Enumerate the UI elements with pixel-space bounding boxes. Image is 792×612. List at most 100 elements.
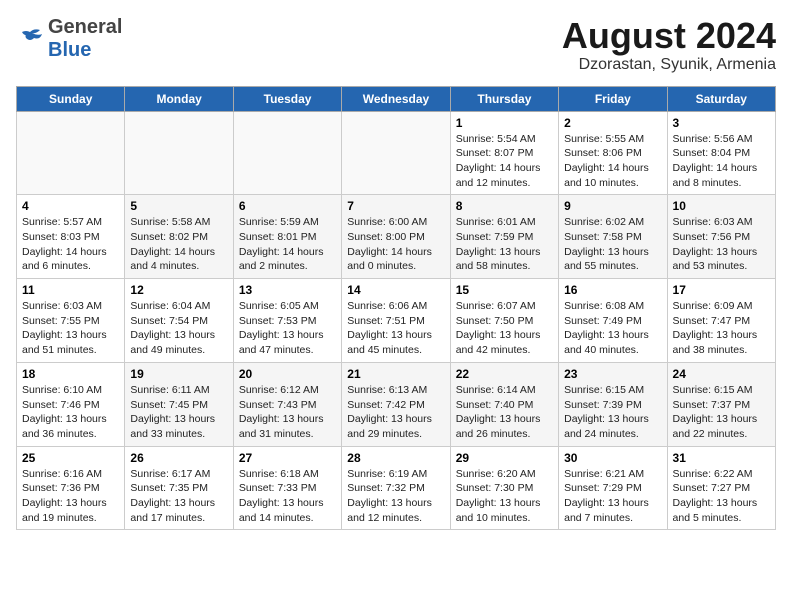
- day-number-17: 17: [673, 283, 770, 297]
- day-info-12: Sunrise: 6:04 AMSunset: 7:54 PMDaylight:…: [130, 299, 227, 358]
- logo-bird-icon: [16, 28, 44, 50]
- month-year-title: August 2024: [562, 16, 776, 56]
- day-cell-1: 1 Sunrise: 5:54 AMSunset: 8:07 PMDaylight…: [450, 111, 558, 195]
- day-cell-4: 4Sunrise: 5:57 AMSunset: 8:03 PMDaylight…: [17, 195, 125, 279]
- day-cell-6: 6 Sunrise: 5:59 AMSunset: 8:01 PMDaylight…: [233, 195, 341, 279]
- week-row-2: 4Sunrise: 5:57 AMSunset: 8:03 PMDaylight…: [17, 195, 776, 279]
- day-cell-2: 2 Sunrise: 5:55 AMSunset: 8:06 PMDaylight…: [559, 111, 667, 195]
- day-info-2: Sunrise: 5:55 AMSunset: 8:06 PMDaylight:…: [564, 132, 661, 191]
- calendar-table: SundayMondayTuesdayWednesdayThursdayFrid…: [16, 86, 776, 531]
- day-cell-empty: [342, 111, 450, 195]
- day-cell-27: 27Sunrise: 6:18 AMSunset: 7:33 PMDayligh…: [233, 446, 341, 530]
- day-number-2: 2: [564, 116, 661, 130]
- day-cell-23: 23 Sunrise: 6:15 AMSunset: 7:39 PMDayligh…: [559, 362, 667, 446]
- day-info-16: Sunrise: 6:08 AMSunset: 7:49 PMDaylight:…: [564, 299, 661, 358]
- day-info-7: Sunrise: 6:00 AMSunset: 8:00 PMDaylight:…: [347, 215, 444, 274]
- day-number-6: 6: [239, 199, 336, 213]
- day-number-12: 12: [130, 283, 227, 297]
- day-number-31: 31: [673, 451, 770, 465]
- day-number-21: 21: [347, 367, 444, 381]
- day-info-22: Sunrise: 6:14 AMSunset: 7:40 PMDaylight:…: [456, 383, 553, 442]
- day-cell-31: 31 Sunrise: 6:22 AMSunset: 7:27 PMDayligh…: [667, 446, 775, 530]
- day-number-16: 16: [564, 283, 661, 297]
- day-number-26: 26: [130, 451, 227, 465]
- day-cell-15: 15Sunrise: 6:07 AMSunset: 7:50 PMDayligh…: [450, 279, 558, 363]
- day-info-21: Sunrise: 6:13 AMSunset: 7:42 PMDaylight:…: [347, 383, 444, 442]
- day-number-8: 8: [456, 199, 553, 213]
- day-number-1: 1: [456, 116, 553, 130]
- week-row-4: 18 Sunrise: 6:10 AMSunset: 7:46 PMDayligh…: [17, 362, 776, 446]
- location-subtitle: Dzorastan, Syunik, Armenia: [562, 56, 776, 74]
- day-cell-25: 25Sunrise: 6:16 AMSunset: 7:36 PMDayligh…: [17, 446, 125, 530]
- day-number-20: 20: [239, 367, 336, 381]
- day-number-22: 22: [456, 367, 553, 381]
- weekday-header-sunday: Sunday: [17, 86, 125, 111]
- day-info-18: Sunrise: 6:10 AMSunset: 7:46 PMDaylight:…: [22, 383, 119, 442]
- day-number-13: 13: [239, 283, 336, 297]
- weekday-header-row: SundayMondayTuesdayWednesdayThursdayFrid…: [17, 86, 776, 111]
- day-info-15: Sunrise: 6:07 AMSunset: 7:50 PMDaylight:…: [456, 299, 553, 358]
- weekday-header-saturday: Saturday: [667, 86, 775, 111]
- day-info-3: Sunrise: 5:56 AMSunset: 8:04 PMDaylight:…: [673, 132, 770, 191]
- day-info-28: Sunrise: 6:19 AMSunset: 7:32 PMDaylight:…: [347, 467, 444, 526]
- day-info-23: Sunrise: 6:15 AMSunset: 7:39 PMDaylight:…: [564, 383, 661, 442]
- day-info-10: Sunrise: 6:03 AMSunset: 7:56 PMDaylight:…: [673, 215, 770, 274]
- day-cell-18: 18 Sunrise: 6:10 AMSunset: 7:46 PMDayligh…: [17, 362, 125, 446]
- day-info-4: Sunrise: 5:57 AMSunset: 8:03 PMDaylight:…: [22, 215, 119, 274]
- weekday-header-wednesday: Wednesday: [342, 86, 450, 111]
- day-cell-7: 7 Sunrise: 6:00 AMSunset: 8:00 PMDaylight…: [342, 195, 450, 279]
- day-cell-empty: [17, 111, 125, 195]
- day-cell-empty: [233, 111, 341, 195]
- day-number-30: 30: [564, 451, 661, 465]
- day-number-28: 28: [347, 451, 444, 465]
- day-number-14: 14: [347, 283, 444, 297]
- day-cell-20: 20 Sunrise: 6:12 AMSunset: 7:43 PMDayligh…: [233, 362, 341, 446]
- day-cell-8: 8 Sunrise: 6:01 AMSunset: 7:59 PMDaylight…: [450, 195, 558, 279]
- day-cell-12: 12 Sunrise: 6:04 AMSunset: 7:54 PMDayligh…: [125, 279, 233, 363]
- day-info-26: Sunrise: 6:17 AMSunset: 7:35 PMDaylight:…: [130, 467, 227, 526]
- day-info-11: Sunrise: 6:03 AMSunset: 7:55 PMDaylight:…: [22, 299, 119, 358]
- day-cell-13: 13 Sunrise: 6:05 AMSunset: 7:53 PMDayligh…: [233, 279, 341, 363]
- week-row-5: 25Sunrise: 6:16 AMSunset: 7:36 PMDayligh…: [17, 446, 776, 530]
- day-info-6: Sunrise: 5:59 AMSunset: 8:01 PMDaylight:…: [239, 215, 336, 274]
- day-cell-24: 24 Sunrise: 6:15 AMSunset: 7:37 PMDayligh…: [667, 362, 775, 446]
- day-number-24: 24: [673, 367, 770, 381]
- week-row-1: 1 Sunrise: 5:54 AMSunset: 8:07 PMDaylight…: [17, 111, 776, 195]
- day-number-10: 10: [673, 199, 770, 213]
- day-number-9: 9: [564, 199, 661, 213]
- day-info-20: Sunrise: 6:12 AMSunset: 7:43 PMDaylight:…: [239, 383, 336, 442]
- day-info-1: Sunrise: 5:54 AMSunset: 8:07 PMDaylight:…: [456, 132, 553, 191]
- day-cell-3: 3 Sunrise: 5:56 AMSunset: 8:04 PMDaylight…: [667, 111, 775, 195]
- day-cell-28: 28 Sunrise: 6:19 AMSunset: 7:32 PMDayligh…: [342, 446, 450, 530]
- day-info-19: Sunrise: 6:11 AMSunset: 7:45 PMDaylight:…: [130, 383, 227, 442]
- title-area: August 2024 Dzorastan, Syunik, Armenia: [562, 16, 776, 74]
- day-cell-11: 11Sunrise: 6:03 AMSunset: 7:55 PMDayligh…: [17, 279, 125, 363]
- day-cell-17: 17 Sunrise: 6:09 AMSunset: 7:47 PMDayligh…: [667, 279, 775, 363]
- day-number-7: 7: [347, 199, 444, 213]
- day-info-8: Sunrise: 6:01 AMSunset: 7:59 PMDaylight:…: [456, 215, 553, 274]
- day-cell-14: 14Sunrise: 6:06 AMSunset: 7:51 PMDayligh…: [342, 279, 450, 363]
- day-number-3: 3: [673, 116, 770, 130]
- day-number-29: 29: [456, 451, 553, 465]
- week-row-3: 11Sunrise: 6:03 AMSunset: 7:55 PMDayligh…: [17, 279, 776, 363]
- weekday-header-tuesday: Tuesday: [233, 86, 341, 111]
- day-number-23: 23: [564, 367, 661, 381]
- day-number-18: 18: [22, 367, 119, 381]
- day-cell-10: 10 Sunrise: 6:03 AMSunset: 7:56 PMDayligh…: [667, 195, 775, 279]
- weekday-header-thursday: Thursday: [450, 86, 558, 111]
- day-info-31: Sunrise: 6:22 AMSunset: 7:27 PMDaylight:…: [673, 467, 770, 526]
- day-cell-16: 16 Sunrise: 6:08 AMSunset: 7:49 PMDayligh…: [559, 279, 667, 363]
- day-info-24: Sunrise: 6:15 AMSunset: 7:37 PMDaylight:…: [673, 383, 770, 442]
- day-cell-9: 9 Sunrise: 6:02 AMSunset: 7:58 PMDaylight…: [559, 195, 667, 279]
- day-cell-empty: [125, 111, 233, 195]
- day-cell-26: 26 Sunrise: 6:17 AMSunset: 7:35 PMDayligh…: [125, 446, 233, 530]
- weekday-header-friday: Friday: [559, 86, 667, 111]
- day-cell-21: 21 Sunrise: 6:13 AMSunset: 7:42 PMDayligh…: [342, 362, 450, 446]
- day-info-13: Sunrise: 6:05 AMSunset: 7:53 PMDaylight:…: [239, 299, 336, 358]
- day-info-25: Sunrise: 6:16 AMSunset: 7:36 PMDaylight:…: [22, 467, 119, 526]
- day-info-9: Sunrise: 6:02 AMSunset: 7:58 PMDaylight:…: [564, 215, 661, 274]
- logo-text: GeneralBlue: [48, 16, 122, 62]
- day-info-5: Sunrise: 5:58 AMSunset: 8:02 PMDaylight:…: [130, 215, 227, 274]
- day-info-17: Sunrise: 6:09 AMSunset: 7:47 PMDaylight:…: [673, 299, 770, 358]
- day-number-27: 27: [239, 451, 336, 465]
